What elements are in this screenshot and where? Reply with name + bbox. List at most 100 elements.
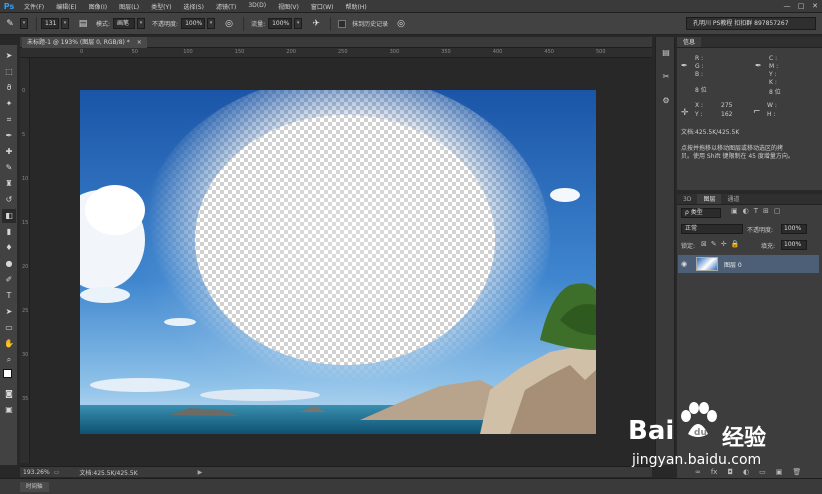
minimize-icon[interactable]: —: [780, 0, 794, 13]
actions-panel-icon[interactable]: ⚙: [660, 95, 672, 107]
eye-icon[interactable]: ◉: [678, 260, 690, 268]
eraser-tool-icon[interactable]: ◧: [2, 209, 16, 223]
path-select-tool-icon[interactable]: ➤: [2, 305, 16, 319]
lasso-tool-icon[interactable]: ϑ: [2, 81, 16, 95]
flow-input[interactable]: 100%: [268, 18, 293, 29]
timeline-tab[interactable]: 时间轴: [20, 482, 49, 492]
blend-mode-select[interactable]: 正常: [681, 224, 743, 234]
dodge-tool-icon[interactable]: ●: [2, 257, 16, 271]
maximize-icon[interactable]: □: [794, 0, 808, 13]
menu-item-8[interactable]: 视图(V): [272, 2, 305, 11]
flow-dropdown[interactable]: ▾: [294, 18, 303, 29]
crosshair-icon: ✛: [681, 108, 689, 118]
gradient-tool-icon[interactable]: ▮: [2, 225, 16, 239]
menu-item-7[interactable]: 3D(D): [242, 2, 272, 11]
brush-tool-icon[interactable]: ✎: [2, 161, 16, 175]
ruler-h-tick: 350: [441, 49, 451, 55]
brush-size-dropdown[interactable]: ▾: [61, 18, 69, 29]
watermark-url: jingyan.baidu.com: [632, 452, 762, 468]
menu-item-5[interactable]: 选择(S): [177, 2, 210, 11]
type-tool-icon[interactable]: T: [2, 289, 16, 303]
crop-tool-icon[interactable]: ⌗: [2, 113, 16, 127]
menu-item-6[interactable]: 滤镜(T): [210, 2, 242, 11]
menu-item-10[interactable]: 帮助(H): [340, 2, 373, 11]
layer-filter-select[interactable]: ρ 类型: [681, 208, 721, 218]
document-tab[interactable]: 未标题-1 @ 193% (图层 0, RGB/8) * ×: [22, 37, 147, 48]
history-panel-icon[interactable]: ▤: [660, 47, 672, 59]
quick-mask-icon[interactable]: ◙: [2, 387, 16, 401]
document-title: 未标题-1 @ 193% (图层 0, RGB/8) *: [27, 39, 130, 46]
layers-panel-tabs: 3D 图层 通道: [677, 194, 822, 205]
menu-item-4[interactable]: 类型(Y): [145, 2, 177, 11]
eraser-tool-icon[interactable]: ✎: [3, 17, 17, 31]
opacity-input[interactable]: 100%: [181, 18, 206, 29]
hand-tool-icon[interactable]: ✋: [2, 337, 16, 351]
brush-size-picker[interactable]: 131: [41, 18, 59, 29]
mode-select[interactable]: 画笔: [113, 18, 136, 29]
airbrush-icon[interactable]: ✈: [309, 17, 323, 31]
bottom-panel-bar: 时间轴: [0, 478, 822, 494]
info-doc-size: 文档:425.5K/425.5K: [681, 129, 740, 136]
divider: [243, 16, 245, 31]
foreground-color-swatch[interactable]: [3, 369, 12, 378]
mode-dropdown[interactable]: ▾: [137, 18, 146, 29]
tool-preset-dropdown[interactable]: ▾: [20, 18, 28, 29]
image-artwork: [80, 90, 596, 434]
history-brush-tool-icon[interactable]: ↺: [2, 193, 16, 207]
move-tool-icon[interactable]: ➤: [2, 49, 16, 63]
layer-row[interactable]: ◉ 图层 0: [678, 255, 819, 273]
baidu-jingyan-watermark: du Bai 经验 jingyan.baidu.com: [610, 400, 810, 480]
layer-name[interactable]: 图层 0: [724, 260, 742, 269]
blur-tool-icon[interactable]: ♦: [2, 241, 16, 255]
zoom-tool-icon[interactable]: ⌕: [2, 353, 16, 367]
info-panel-tabs: 信息: [677, 37, 822, 48]
menu-item-2[interactable]: 图像(I): [83, 2, 113, 11]
lock-icons[interactable]: ⊠✎✛🔒: [701, 240, 743, 248]
vertical-ruler: 0 5 10 15 20 25 30 35: [20, 58, 30, 463]
tab-channels[interactable]: 通道: [721, 194, 745, 204]
menu-item-3[interactable]: 图层(L): [113, 2, 145, 11]
close-tab-icon[interactable]: ×: [137, 39, 142, 46]
layer-filter-icons[interactable]: ▣◐T⊞▢: [731, 207, 785, 215]
menu-item-1[interactable]: 编辑(E): [50, 2, 82, 11]
brush-panel-icon[interactable]: ▤: [76, 17, 90, 31]
close-icon[interactable]: ✕: [808, 0, 822, 13]
selection-size-icon: ⌐: [753, 107, 761, 117]
fill-input[interactable]: 100%: [781, 240, 807, 250]
healing-brush-tool-icon[interactable]: ✚: [2, 145, 16, 159]
pressure-opacity-icon[interactable]: ◎: [222, 17, 236, 31]
photoshop-logo: Ps: [3, 1, 15, 11]
ruler-v-tick: 5: [22, 132, 26, 138]
marquee-tool-icon[interactable]: ⬚: [2, 65, 16, 79]
info-x-value: 275: [721, 102, 733, 109]
ruler-h-tick: 100: [183, 49, 193, 55]
menu-item-9[interactable]: 窗口(W): [305, 2, 340, 11]
zoom-icon: ▭: [53, 468, 60, 476]
screen-mode-icon[interactable]: ▣: [2, 403, 16, 417]
clone-stamp-tool-icon[interactable]: ♜: [2, 177, 16, 191]
status-menu-arrow-icon[interactable]: ▶: [198, 469, 203, 476]
pen-tool-icon[interactable]: ✐: [2, 273, 16, 287]
quick-select-tool-icon[interactable]: ✦: [2, 97, 16, 111]
opacity-dropdown[interactable]: ▾: [207, 18, 216, 29]
erase-to-history-checkbox[interactable]: [338, 19, 347, 28]
layer-opacity-input[interactable]: 100%: [781, 224, 807, 234]
workspace-selector[interactable]: 孔明川 PS教程 扣扣群 897857267: [686, 17, 816, 30]
rectangle-tool-icon[interactable]: ▭: [2, 321, 16, 335]
ruler-h-tick: 250: [338, 49, 348, 55]
tool-presets-panel-icon[interactable]: ✂: [660, 71, 672, 83]
menu-item-0[interactable]: 文件(F): [18, 2, 50, 11]
status-bar: 193.26% ▭ 文档:425.5K/425.5K ▶: [20, 466, 652, 477]
layer-opacity-label: 不透明度:: [747, 227, 774, 234]
eyedropper-cmyk-icon: ✒: [755, 61, 762, 70]
tab-layers[interactable]: 图层: [697, 194, 722, 204]
ruler-h-tick: 500: [596, 49, 606, 55]
options-bar: ✎ ▾ 131 ▾ ▤ 模式: 画笔 ▾ 不透明度: 100% ▾ ◎ 流量: …: [0, 13, 822, 35]
document-image[interactable]: [80, 90, 596, 434]
ruler-v-tick: 20: [22, 264, 29, 270]
eyedropper-tool-icon[interactable]: ✒: [2, 129, 16, 143]
pressure-size-icon[interactable]: ◎: [394, 17, 408, 31]
zoom-level[interactable]: 193.26%: [23, 469, 50, 476]
tab-info[interactable]: 信息: [677, 37, 702, 47]
tab-3d[interactable]: 3D: [677, 194, 697, 204]
